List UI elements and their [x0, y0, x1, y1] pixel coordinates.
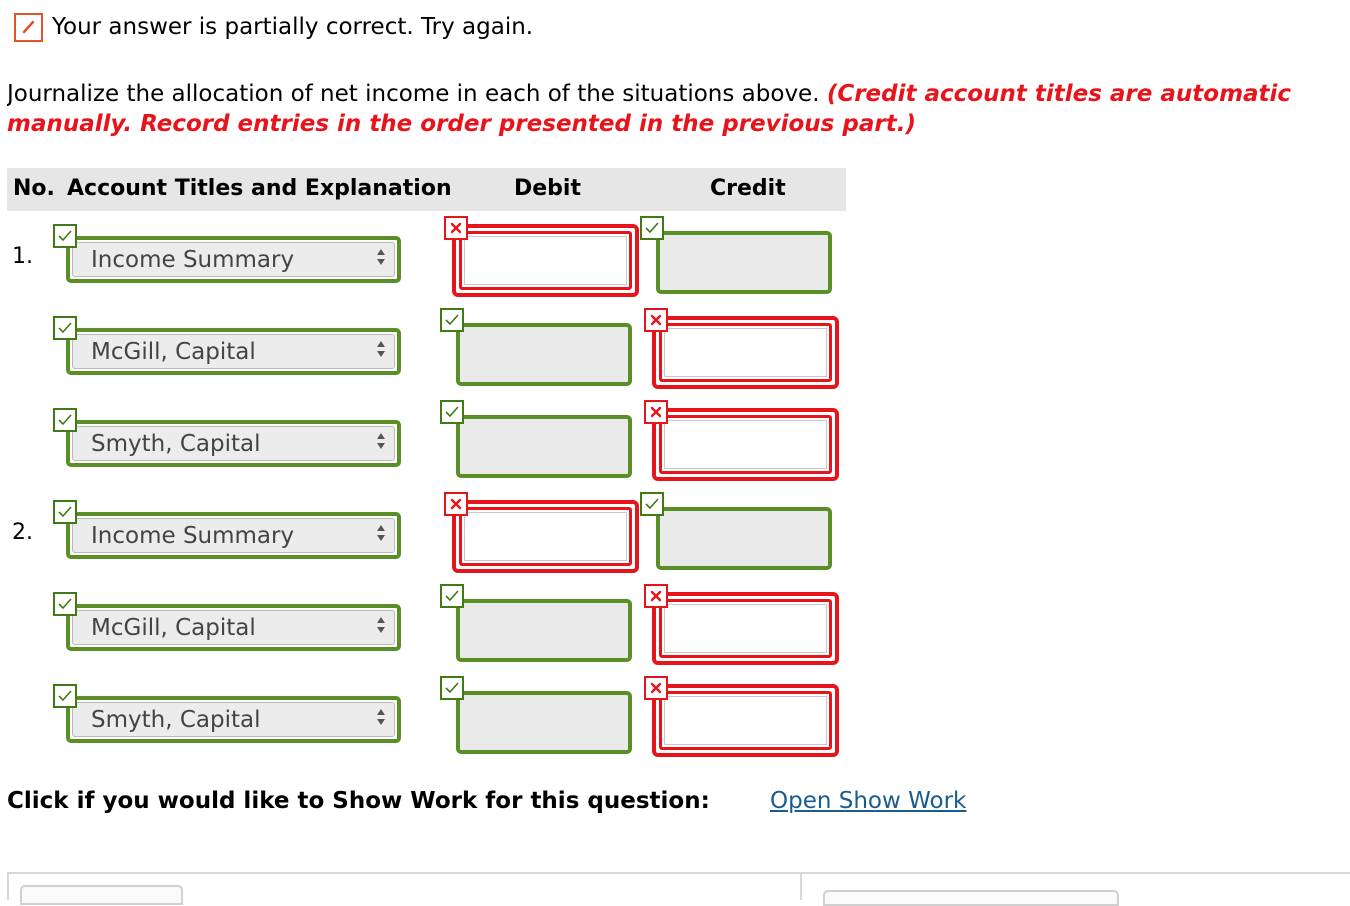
credit-input[interactable] [656, 507, 832, 570]
journal-table-header: No. Account Titles and Explanation Debit… [7, 168, 846, 211]
error-x-icon [644, 676, 668, 700]
select-arrows-icon [376, 707, 386, 733]
status-message: Your answer is partially correct. Try ag… [52, 14, 534, 40]
entry-number: 1. [12, 244, 33, 269]
account-title-label: Income Summary [91, 522, 295, 549]
link-to-text-tab[interactable] [20, 885, 183, 905]
debit-input[interactable] [456, 323, 632, 386]
select-arrows-icon [376, 523, 386, 549]
account-title-label: Smyth, Capital [91, 430, 261, 457]
error-x-icon [644, 584, 668, 608]
checkmark-icon [53, 684, 77, 708]
panel-tab[interactable] [823, 890, 1119, 906]
account-title-value: Smyth, Capital [72, 426, 395, 461]
instructions-text: Journalize the allocation of net income … [7, 81, 827, 107]
error-x-icon [444, 492, 468, 516]
open-show-work-link[interactable]: Open Show Work [770, 788, 966, 814]
checkmark-icon [440, 584, 464, 608]
checkmark-icon [53, 316, 77, 340]
account-title-value: McGill, Capital [72, 610, 395, 645]
header-no: No. [13, 176, 55, 201]
header-debit: Debit [514, 176, 581, 201]
credit-input[interactable] [652, 592, 839, 665]
pencil-icon [14, 12, 43, 42]
entry-number: 2. [12, 520, 33, 545]
checkmark-icon [440, 308, 464, 332]
panel-divider [800, 872, 802, 900]
account-title-select[interactable]: Smyth, Capital [66, 420, 401, 467]
error-x-icon [644, 308, 668, 332]
account-title-label: McGill, Capital [91, 338, 256, 365]
answer-status: Your answer is partially correct. Try ag… [14, 11, 533, 43]
credit-input[interactable] [652, 408, 839, 481]
checkmark-icon [440, 676, 464, 700]
account-title-value: Income Summary [72, 518, 395, 553]
account-title-label: Income Summary [91, 246, 295, 273]
header-credit: Credit [710, 176, 786, 201]
select-arrows-icon [376, 339, 386, 365]
account-title-select[interactable]: Income Summary [66, 512, 401, 559]
debit-input[interactable] [452, 224, 639, 297]
select-arrows-icon [376, 615, 386, 641]
checkmark-icon [440, 400, 464, 424]
bottom-panel [7, 872, 1350, 900]
checkmark-icon [53, 408, 77, 432]
header-account: Account Titles and Explanation [67, 176, 452, 201]
credit-input[interactable] [652, 316, 839, 389]
account-title-select[interactable]: Smyth, Capital [66, 696, 401, 743]
account-title-select[interactable]: Income Summary [66, 236, 401, 283]
debit-input[interactable] [456, 415, 632, 478]
debit-input[interactable] [456, 599, 632, 662]
checkmark-icon [53, 500, 77, 524]
debit-input[interactable] [456, 691, 632, 754]
error-x-icon [644, 400, 668, 424]
account-title-value: Smyth, Capital [72, 702, 395, 737]
checkmark-icon [53, 592, 77, 616]
account-title-label: Smyth, Capital [91, 706, 261, 733]
select-arrows-icon [376, 247, 386, 273]
account-title-select[interactable]: McGill, Capital [66, 328, 401, 375]
checkmark-icon [640, 216, 664, 240]
checkmark-icon [640, 492, 664, 516]
account-title-label: McGill, Capital [91, 614, 256, 641]
instructions: Journalize the allocation of net income … [7, 79, 1350, 139]
show-work-prompt: Click if you would like to Show Work for… [7, 788, 710, 814]
checkmark-icon [53, 224, 77, 248]
debit-input[interactable] [452, 500, 639, 573]
select-arrows-icon [376, 431, 386, 457]
account-title-value: Income Summary [72, 242, 395, 277]
instructions-note-continued: manually. Record entries in the order pr… [7, 111, 916, 137]
account-title-value: McGill, Capital [72, 334, 395, 369]
instructions-note: (Credit account titles are automatic [826, 81, 1292, 107]
credit-input[interactable] [652, 684, 839, 757]
error-x-icon [444, 216, 468, 240]
account-title-select[interactable]: McGill, Capital [66, 604, 401, 651]
credit-input[interactable] [656, 231, 832, 294]
